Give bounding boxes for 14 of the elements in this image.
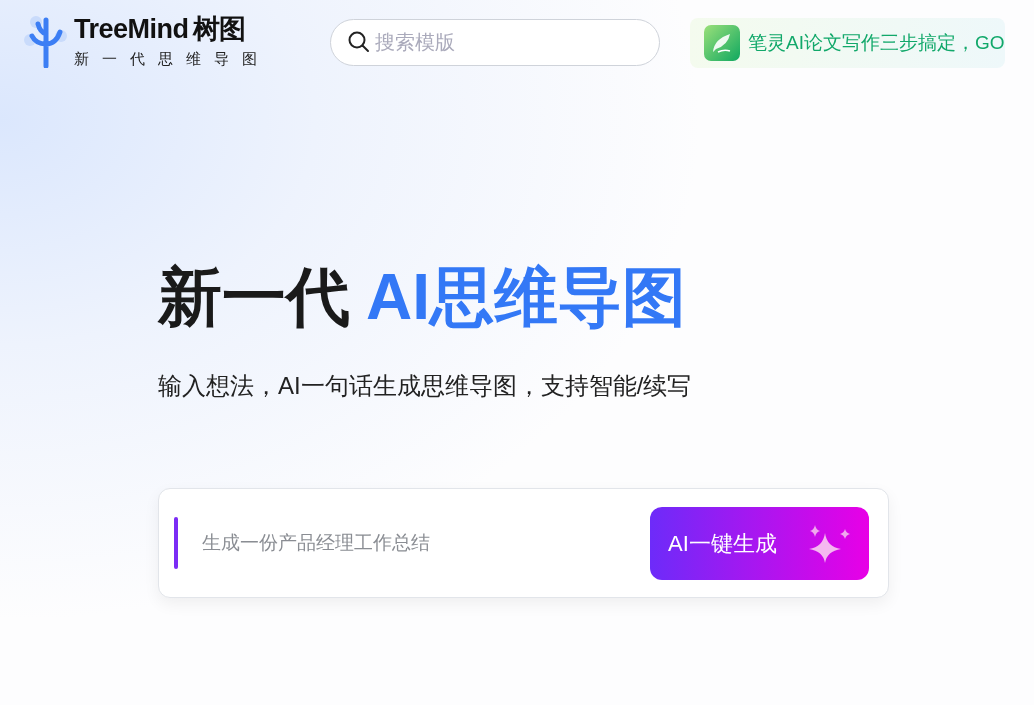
feather-app-icon: [704, 25, 740, 61]
prompt-input[interactable]: 生成一份产品经理工作总结: [200, 528, 650, 559]
brand-name: TreeMind: [74, 16, 189, 43]
brand-tagline: 新一代思维导图: [74, 51, 270, 66]
hero-title-highlight: AI思维导图: [366, 262, 686, 333]
hero-subtitle: 输入想法，AI一句话生成思维导图，支持智能/续写: [158, 371, 693, 402]
hero-title-text: 新一代: [158, 262, 350, 333]
promo-text: 笔灵AI论文写作三步搞定，GO: [748, 30, 1005, 55]
promo-banner[interactable]: 笔灵AI论文写作三步搞定，GO: [690, 18, 1005, 68]
input-accent-bar: [174, 517, 178, 570]
search-field[interactable]: 搜索模版: [330, 19, 660, 66]
tree-logo-icon: [22, 14, 70, 68]
generate-button[interactable]: AI一键生成: [650, 506, 869, 580]
brand-name-cn: 树图: [192, 16, 246, 43]
